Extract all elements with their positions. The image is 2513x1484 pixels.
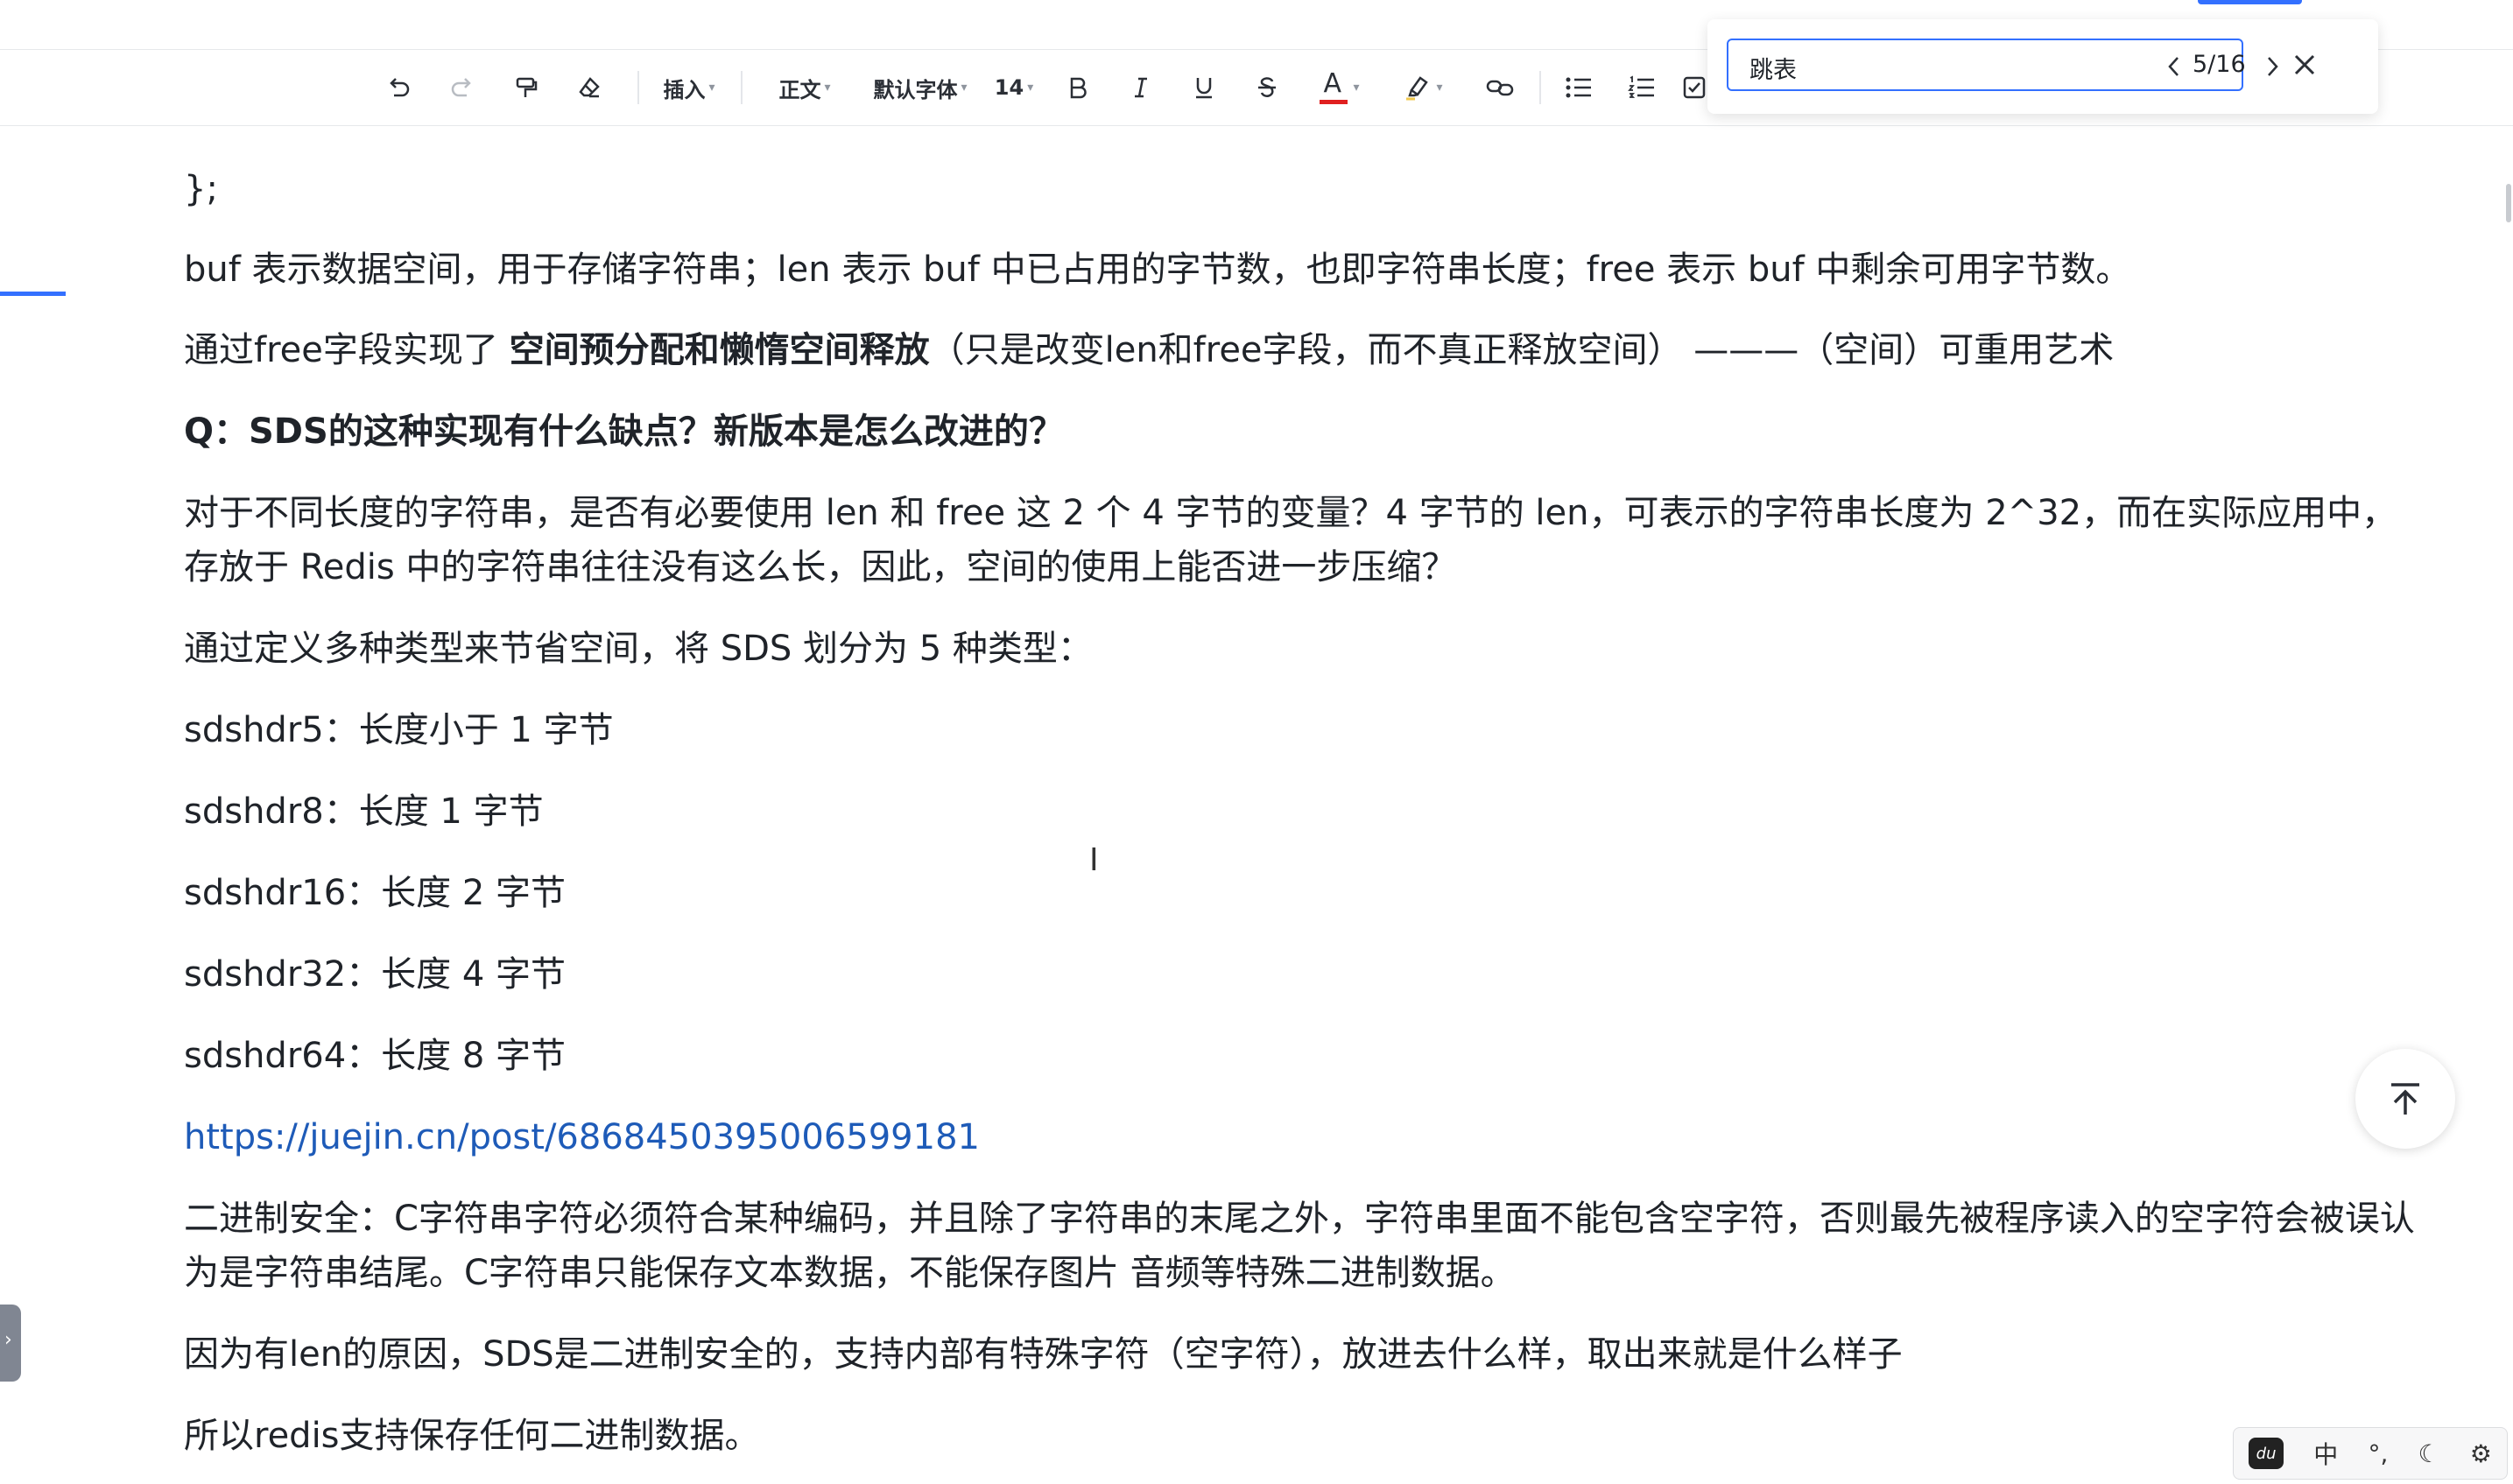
font-label: 默认字体 xyxy=(873,77,958,102)
moon-icon[interactable]: ☾ xyxy=(2418,1439,2440,1468)
clear-format-icon[interactable] xyxy=(569,66,609,109)
ime-logo-icon[interactable]: du xyxy=(2249,1438,2284,1469)
ime-language-toggle[interactable]: 中 xyxy=(2313,1436,2338,1471)
list-item: sdshdr5：长度小于 1 字节 xyxy=(184,710,614,750)
caret-down-icon: ▾ xyxy=(961,81,968,95)
font-size-select[interactable]: 14 ▾ xyxy=(993,66,1035,109)
scrollbar-thumb[interactable] xyxy=(2506,184,2511,222)
caret-down-icon: ▾ xyxy=(1353,81,1360,95)
input-method-bar: du 中 °, ☾ ⚙ xyxy=(2233,1427,2508,1480)
find-next-icon[interactable] xyxy=(2263,54,2282,82)
font-color-glyph: A xyxy=(1323,68,1342,99)
italic-icon[interactable] xyxy=(1121,66,1161,109)
bullet-list-icon[interactable] xyxy=(1559,66,1599,109)
paragraph: buf 表示数据空间，用于存储字符串；len 表示 buf 中已占用的字节数，也… xyxy=(184,250,2131,290)
list-item: sdshdr8：长度 1 字节 xyxy=(184,791,544,832)
strikethrough-icon[interactable] xyxy=(1247,66,1287,109)
style-label: 正文 xyxy=(778,77,821,102)
paragraph: 通过定义多种类型来节省空间，将 SDS 划分为 5 种类型： xyxy=(184,629,1093,669)
chevron-right-icon: › xyxy=(4,1329,12,1351)
highlight-color-button[interactable]: ▾ xyxy=(1394,66,1452,109)
insert-menu[interactable]: 插入 ▾ xyxy=(658,66,720,109)
format-painter-icon[interactable] xyxy=(506,66,546,109)
back-to-top-button[interactable] xyxy=(2355,1049,2455,1149)
toolbar-divider xyxy=(741,71,743,104)
bold-icon[interactable] xyxy=(1058,66,1098,109)
list-item: sdshdr16：长度 2 字节 xyxy=(184,873,567,913)
find-match-count: 5/16 xyxy=(2193,51,2246,78)
text-run: 通过free字段实现了 xyxy=(184,330,510,370)
caret-down-icon: ▾ xyxy=(1027,81,1034,95)
paragraph: 二进制安全：C字符串字符必须符合某种编码，并且除了字符串的末尾之外，字符串里面不… xyxy=(184,1199,2415,1293)
sidebar-expand-handle[interactable]: › xyxy=(0,1305,21,1382)
juejin-link[interactable]: https://juejin.cn/post/68684503950065991… xyxy=(184,1110,980,1164)
paragraph-style-select[interactable]: 正文 ▾ xyxy=(774,66,835,109)
ime-punctuation-toggle[interactable]: °, xyxy=(2368,1439,2388,1468)
code-line: }; xyxy=(184,169,218,209)
bold-text: 空间预分配和懒惰空间释放 xyxy=(509,330,930,370)
toolbar-divider xyxy=(1539,71,1541,104)
numbered-list-icon[interactable] xyxy=(1622,66,1662,109)
font-color-swatch xyxy=(1320,100,1348,104)
insert-label: 插入 xyxy=(663,77,706,102)
top-accent-button[interactable] xyxy=(2198,0,2302,4)
font-color-icon: A xyxy=(1318,68,1349,105)
caret-down-icon: ▾ xyxy=(1436,81,1443,95)
caret-down-icon: ▾ xyxy=(708,81,715,95)
paragraph: 通过free字段实现了 空间预分配和懒惰空间释放（只是改变len和free字段，… xyxy=(184,323,2114,377)
paragraph: 因为有len的原因，SDS是二进制安全的，支持内部有特殊字符（空字符），放进去什… xyxy=(184,1334,1903,1375)
checklist-icon[interactable] xyxy=(1681,66,1707,109)
find-input[interactable]: 跳表 5/16 xyxy=(1727,39,2278,91)
undo-icon[interactable] xyxy=(378,66,419,109)
font-family-select[interactable]: 默认字体 ▾ xyxy=(869,66,972,109)
link-icon[interactable] xyxy=(1478,66,1522,109)
redo-icon[interactable] xyxy=(442,66,482,109)
gear-icon[interactable]: ⚙ xyxy=(2470,1439,2492,1468)
arrow-up-to-top-icon xyxy=(2391,1083,2419,1115)
font-color-button[interactable]: A ▾ xyxy=(1310,66,1368,109)
find-prev-icon[interactable] xyxy=(2165,54,2184,82)
highlighter-icon xyxy=(1406,76,1429,101)
list-item: sdshdr64：长度 8 字节 xyxy=(184,1036,567,1076)
underline-icon[interactable] xyxy=(1184,66,1224,109)
text-cursor-icon: I xyxy=(1089,842,1099,878)
close-icon[interactable] xyxy=(2291,51,2319,82)
list-item: sdshdr32：长度 4 字节 xyxy=(184,954,567,995)
find-panel: 跳表 5/16 xyxy=(1707,19,2378,114)
size-label: 14 xyxy=(994,75,1024,100)
paragraph: 所以redis支持保存任何二进制数据。 xyxy=(184,1416,760,1456)
paragraph: 对于不同长度的字符串，是否有必要使用 len 和 free 这 2 个 4 字节… xyxy=(184,493,2397,587)
toolbar-divider xyxy=(637,71,639,104)
outline-active-marker xyxy=(0,292,66,296)
caret-down-icon: ▾ xyxy=(824,81,831,95)
find-query: 跳表 xyxy=(1749,57,1797,84)
text-run: （只是改变len和free字段，而不真正释放空间） ———（空间）可重用艺术 xyxy=(929,330,2115,370)
question-heading: Q：SDS的这种实现有什么缺点？新版本是怎么改进的？ xyxy=(184,411,1064,452)
